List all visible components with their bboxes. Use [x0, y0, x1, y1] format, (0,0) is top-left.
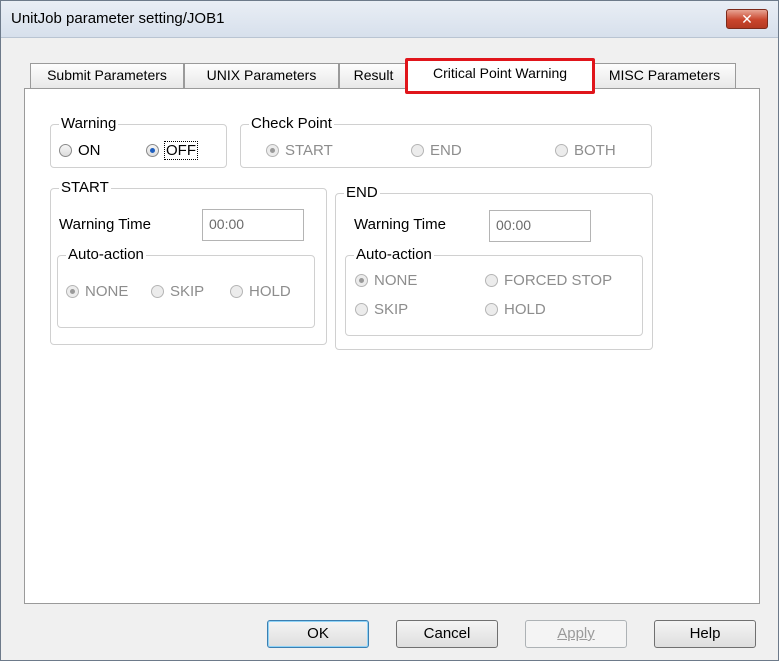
warning-group: Warning ON OFF: [50, 115, 227, 168]
radio-checked-icon: [266, 144, 279, 157]
start-warning-time-label: Warning Time: [59, 216, 151, 233]
cancel-button[interactable]: Cancel: [396, 620, 498, 648]
apply-button[interactable]: Apply: [525, 620, 627, 648]
end-auto-hold-radio[interactable]: HOLD: [485, 301, 546, 319]
tab-misc-parameters[interactable]: MISC Parameters: [593, 63, 736, 88]
tab-unix-parameters[interactable]: UNIX Parameters: [184, 63, 339, 88]
warning-off-radio[interactable]: OFF: [146, 141, 198, 160]
end-auto-action-label: Auto-action: [354, 246, 434, 264]
radio-checked-icon: [146, 144, 159, 157]
start-auto-action-group: Auto-action NONE SKIP HOLD: [57, 246, 315, 328]
end-warning-time-label: Warning Time: [354, 216, 446, 233]
end-auto-forced-stop-radio[interactable]: FORCED STOP: [485, 272, 612, 290]
radio-unchecked-icon: [230, 285, 243, 298]
end-group-label: END: [344, 184, 380, 202]
check-point-group-label: Check Point: [249, 115, 334, 133]
radio-checked-icon: [66, 285, 79, 298]
start-auto-none-radio[interactable]: NONE: [66, 283, 128, 301]
tab-result[interactable]: Result: [339, 63, 408, 88]
end-auto-none-radio[interactable]: NONE: [355, 272, 417, 290]
help-button[interactable]: Help: [654, 620, 756, 648]
title-bar[interactable]: UnitJob parameter setting/JOB1 ✕: [1, 1, 778, 38]
apply-button-label: Apply: [557, 625, 595, 642]
tab-submit-parameters[interactable]: Submit Parameters: [30, 63, 184, 88]
start-auto-skip-radio[interactable]: SKIP: [151, 283, 204, 301]
warning-on-radio[interactable]: ON: [59, 142, 101, 160]
check-point-end-radio[interactable]: END: [411, 142, 462, 160]
radio-checked-icon: [355, 274, 368, 287]
radio-unchecked-icon: [555, 144, 568, 157]
radio-unchecked-icon: [355, 303, 368, 316]
end-warning-time-field[interactable]: 00:00: [489, 210, 591, 242]
start-group: START Warning Time 00:00 Auto-action NON…: [50, 179, 327, 345]
ok-button[interactable]: OK: [267, 620, 369, 648]
dialog-window: UnitJob parameter setting/JOB1 ✕ Submit …: [0, 0, 779, 661]
start-warning-time-field[interactable]: 00:00: [202, 209, 304, 241]
radio-unchecked-icon: [411, 144, 424, 157]
close-icon: ✕: [741, 11, 753, 27]
check-point-group: Check Point START END BOTH: [240, 115, 652, 168]
start-auto-hold-radio[interactable]: HOLD: [230, 283, 291, 301]
radio-unchecked-icon: [485, 303, 498, 316]
active-tab-highlight: [405, 58, 595, 94]
close-button[interactable]: ✕: [726, 9, 768, 29]
start-auto-action-label: Auto-action: [66, 246, 146, 264]
warning-group-label: Warning: [59, 115, 119, 133]
radio-unchecked-icon: [151, 285, 164, 298]
end-group: END Warning Time 00:00 Auto-action NONE …: [335, 184, 653, 350]
radio-unchecked-icon: [59, 144, 72, 157]
tab-panel: Warning ON OFF Check Point START END BOT…: [24, 88, 760, 604]
radio-unchecked-icon: [485, 274, 498, 287]
check-point-both-radio[interactable]: BOTH: [555, 142, 616, 160]
end-auto-action-group: Auto-action NONE FORCED STOP SKIP HOLD: [345, 246, 643, 336]
end-auto-skip-radio[interactable]: SKIP: [355, 301, 408, 319]
window-title: UnitJob parameter setting/JOB1: [11, 10, 225, 27]
start-group-label: START: [59, 179, 111, 197]
check-point-start-radio[interactable]: START: [266, 142, 333, 160]
